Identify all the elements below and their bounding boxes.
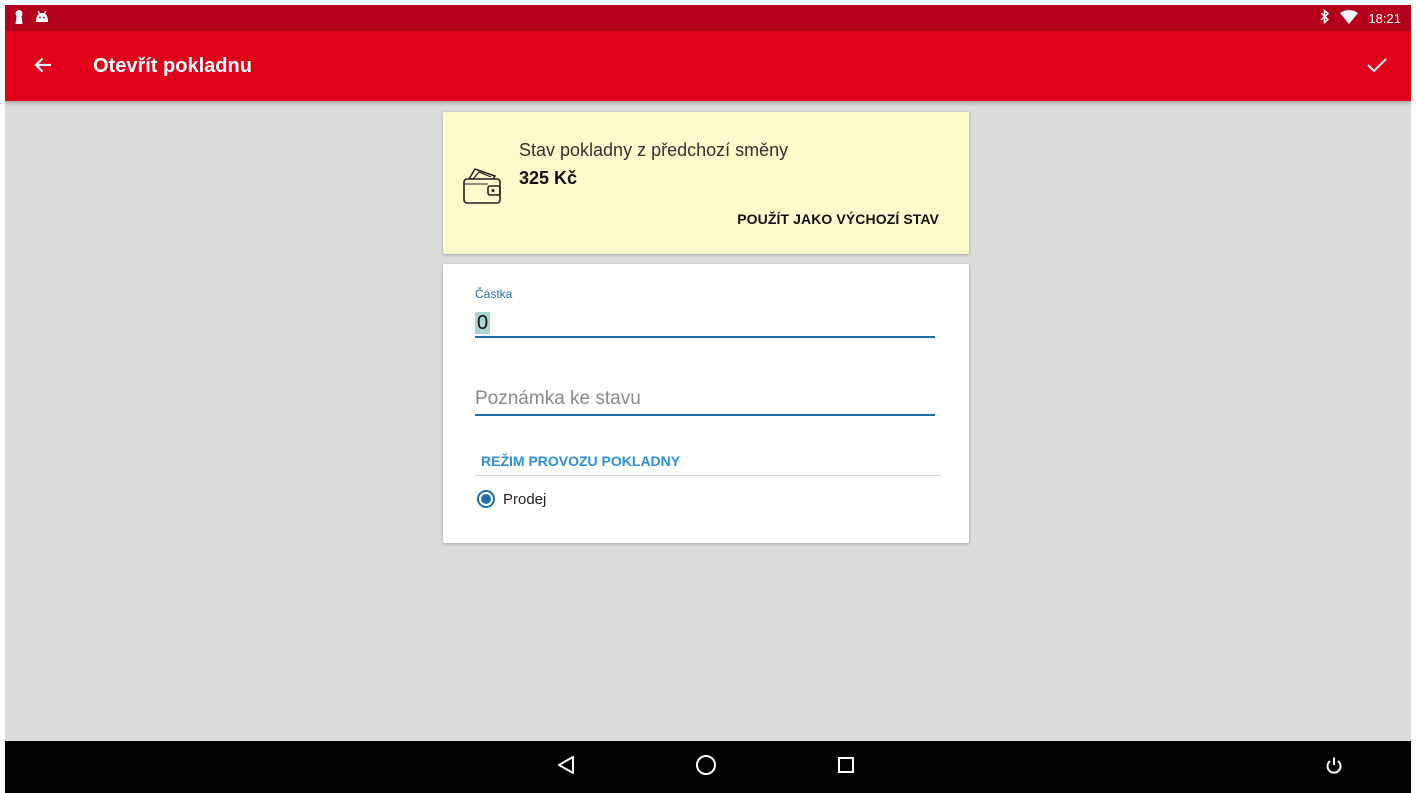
power-button[interactable]	[1321, 754, 1347, 780]
radio-button[interactable]	[477, 490, 495, 508]
back-triangle-icon	[557, 755, 575, 780]
page-title: Otevřít pokladnu	[93, 55, 252, 77]
wifi-icon	[1340, 9, 1359, 27]
arrow-left-icon	[33, 55, 53, 80]
use-as-default-button[interactable]: POUŽÍT JAKO VÝCHOZÍ STAV	[737, 211, 939, 227]
divider	[475, 475, 941, 476]
power-icon	[1325, 756, 1343, 779]
radio-selected-dot	[481, 494, 491, 504]
recents-square-icon	[837, 756, 855, 779]
status-time: 18:21	[1368, 10, 1401, 26]
navigation-bar	[5, 741, 1411, 793]
app-screen: 18:21 Otevřít pokladnu Stav pokladny z p…	[5, 5, 1411, 793]
mode-section-header: REŽIM PROVOZU POKLADNY	[481, 453, 681, 469]
previous-shift-card: Stav pokladny z předchozí směny 325 Kč P…	[443, 112, 969, 254]
wallet-icon	[461, 164, 503, 206]
home-circle-icon	[695, 754, 717, 781]
cash-form-card: Částka 0 Poznámka ke stavu REŽIM PROVOZU…	[443, 264, 969, 543]
checkmark-icon	[1366, 56, 1388, 79]
note-placeholder: Poznámka ke stavu	[475, 388, 641, 409]
confirm-button[interactable]	[1361, 51, 1393, 83]
mode-option-label: Prodej	[503, 490, 547, 508]
status-bar: 18:21	[5, 5, 1411, 31]
bluetooth-icon	[1320, 8, 1330, 27]
nav-home-button[interactable]	[693, 754, 719, 780]
nav-back-button[interactable]	[553, 754, 579, 780]
back-button[interactable]	[27, 51, 59, 83]
previous-shift-amount: 325 Kč	[519, 168, 578, 188]
amount-value: 0	[475, 312, 491, 334]
amount-input[interactable]: 0	[475, 308, 935, 338]
nav-recents-button[interactable]	[833, 754, 859, 780]
amount-label: Částka	[475, 287, 513, 301]
keyhole-icon	[13, 9, 25, 30]
note-input[interactable]: Poznámka ke stavu	[475, 384, 935, 416]
app-bar: Otevřít pokladnu	[5, 31, 1411, 101]
android-icon	[35, 10, 49, 29]
previous-shift-label: Stav pokladny z předchozí směny	[519, 140, 789, 160]
mode-option-prodej[interactable]: Prodej	[477, 490, 546, 508]
